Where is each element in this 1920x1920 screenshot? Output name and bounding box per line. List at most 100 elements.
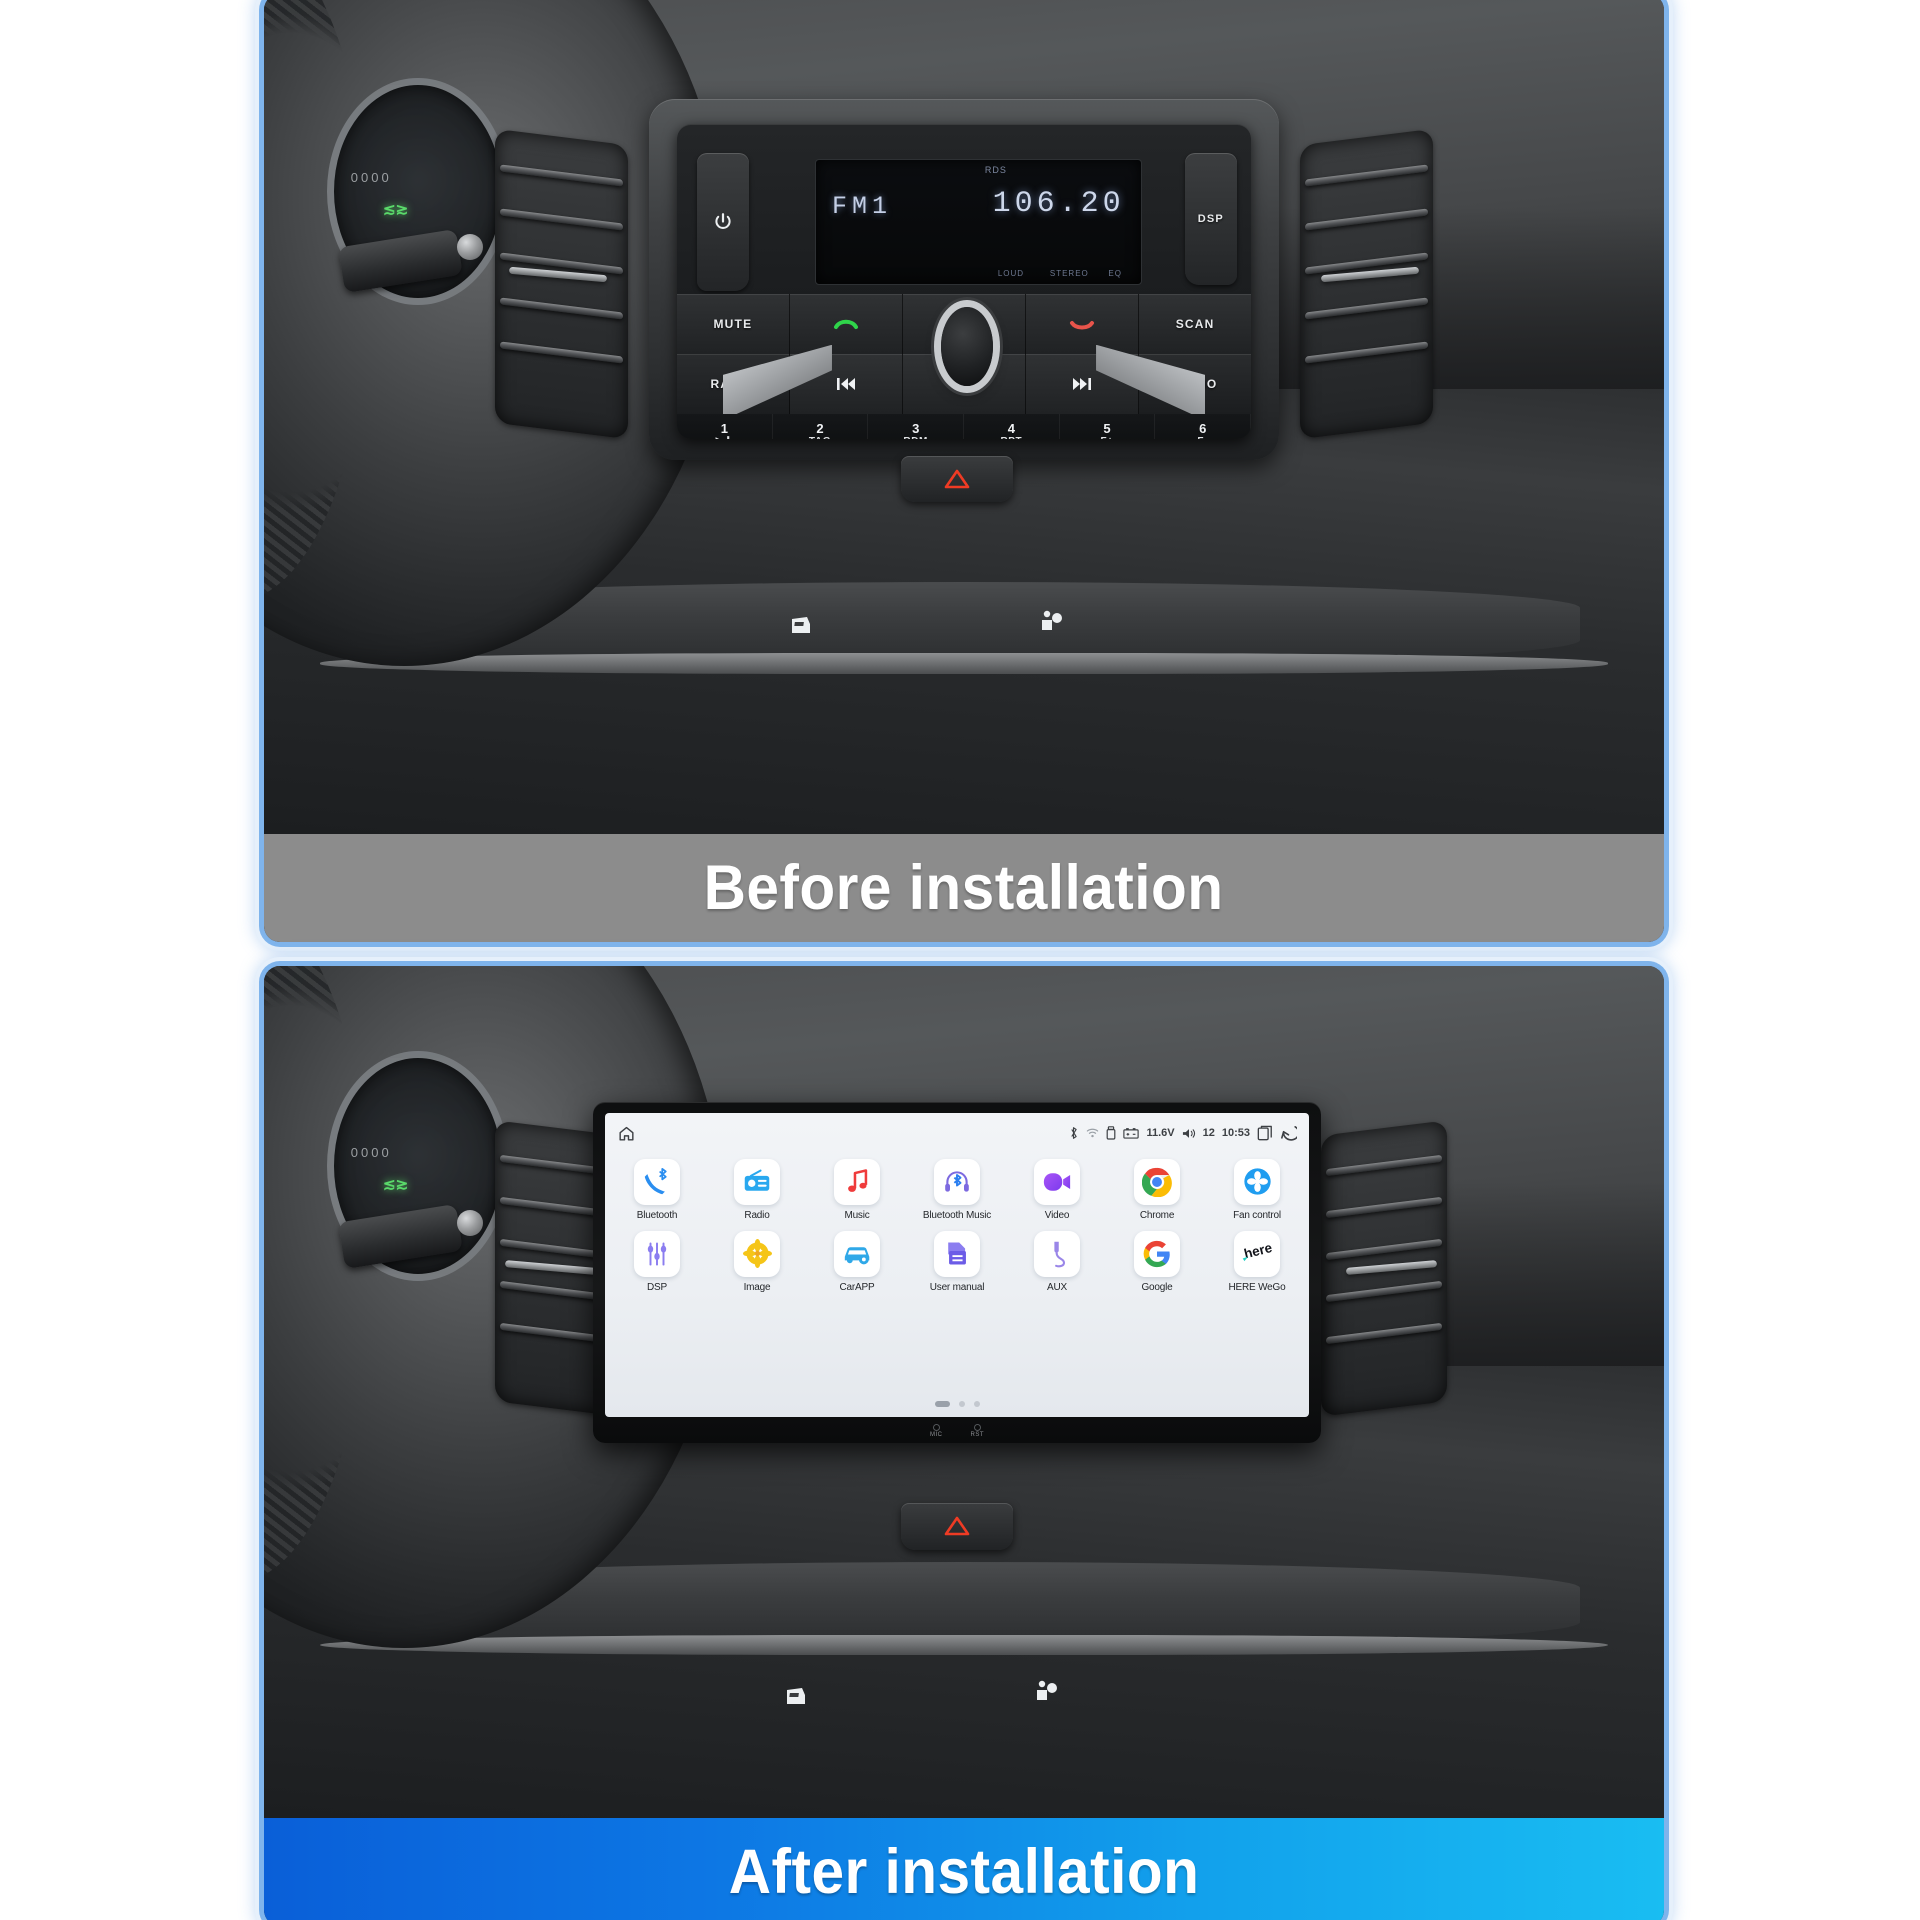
home-icon[interactable]	[617, 1124, 636, 1143]
page-dot-3[interactable]	[973, 1401, 980, 1408]
hazard-triangle-icon-after	[944, 1516, 970, 1536]
lcd-eq-indicator: EQ	[1108, 268, 1122, 278]
preset-5-number: 5	[1103, 421, 1111, 437]
preset-2-number: 2	[816, 421, 824, 437]
bluetooth-music-tile	[934, 1158, 980, 1205]
app-row-2: DSP Image CarAPP User manual AUX Google …	[627, 1230, 1287, 1293]
air-vent-right	[1300, 128, 1433, 439]
app-fan-control[interactable]: Fan control	[1227, 1158, 1287, 1221]
app-user-manual[interactable]: User manual	[927, 1230, 987, 1293]
app-video[interactable]: Video	[1027, 1158, 1087, 1221]
steering-wheel-grip	[264, 0, 372, 602]
aux-tile	[1034, 1230, 1080, 1277]
preset-button-4[interactable]: 4 RPT	[964, 413, 1060, 440]
volume-level-value: 12	[1202, 1127, 1215, 1140]
next-track-icon	[1073, 378, 1092, 391]
car-settings-icon	[844, 1247, 869, 1265]
preset-button-5[interactable]: 5 F+	[1060, 413, 1156, 440]
scan-button[interactable]: SCAN	[1139, 294, 1251, 355]
passenger-airbag-off-switch-after[interactable]	[1029, 1677, 1063, 1707]
preset-button-3[interactable]: 3 RDM	[868, 413, 965, 440]
reset-pinhole[interactable]: RST	[971, 1424, 985, 1438]
app-bluetooth-label: Bluetooth	[636, 1209, 678, 1221]
mute-label: MUTE	[713, 317, 753, 332]
passenger-airbag-off-switch[interactable]	[1034, 607, 1068, 637]
reset-hole-icon	[973, 1424, 981, 1432]
app-image[interactable]: Image	[727, 1230, 787, 1293]
scan-label: SCAN	[1175, 317, 1215, 332]
preset-6-number: 6	[1199, 421, 1207, 437]
odometer-reading: 0000	[350, 170, 392, 186]
lcd-band: FM1	[832, 192, 893, 222]
app-here-wego[interactable]: here HERE WeGo	[1227, 1230, 1287, 1293]
app-radio[interactable]: Radio	[727, 1158, 787, 1221]
comparison-page: 0000 ≲≳ RDS FM1 106.20 LOUD STEREO EQ DS…	[0, 0, 1920, 1920]
back-arrow-icon[interactable]	[1280, 1125, 1297, 1141]
app-carapp[interactable]: CarAPP	[827, 1230, 887, 1293]
passenger-airbag-off-icon-after	[1037, 1681, 1057, 1701]
page-dot-1[interactable]	[934, 1401, 950, 1408]
here-wego-tile: here	[1234, 1230, 1280, 1277]
aux-cable-icon	[1054, 1241, 1066, 1268]
preset-2-sub: TAG	[809, 436, 831, 439]
app-dsp[interactable]: DSP	[627, 1230, 687, 1293]
fan-control-tile	[1234, 1158, 1280, 1205]
lcd-rds-tag: RDS	[984, 164, 1007, 175]
recent-apps-icon[interactable]	[1257, 1125, 1273, 1141]
preset-3-sub: RDM	[903, 436, 928, 439]
usb-icon	[1107, 1126, 1116, 1140]
head-unit-screen[interactable]: 11.6V 12 10:53 Bluetooth Radio Music Blu…	[605, 1113, 1309, 1418]
dashboard-scene-after: 0000 ≲≳ 11.6V 12 10:53 Bluetooth Radio M…	[264, 966, 1664, 1818]
user-manual-tile	[934, 1230, 980, 1277]
console-chrome-lip-after	[320, 1634, 1608, 1656]
video-camera-icon	[1043, 1173, 1071, 1191]
app-music-label: Music	[844, 1209, 870, 1221]
bluetooth-phone-icon	[644, 1167, 667, 1195]
caption-bar-before: Before installation	[264, 834, 1664, 942]
app-music[interactable]: Music	[827, 1158, 887, 1221]
app-chrome[interactable]: Chrome	[1127, 1158, 1187, 1221]
app-fan-control-label: Fan control	[1233, 1209, 1281, 1221]
photo-before: 0000 ≲≳ RDS FM1 106.20 LOUD STEREO EQ DS…	[264, 0, 1664, 834]
call-answer-icon	[833, 319, 858, 330]
radio-dsp-button[interactable]: DSP	[1185, 152, 1237, 285]
preset-6-sub: F-	[1197, 436, 1208, 439]
door-lock-icon-after	[787, 1687, 805, 1704]
wifi-icon	[1087, 1128, 1099, 1138]
app-aux[interactable]: AUX	[1027, 1230, 1087, 1293]
console-chrome-lip	[320, 653, 1608, 674]
odometer-reading-after: 0000	[350, 1144, 392, 1160]
call-answer-button[interactable]	[789, 294, 903, 355]
lcd-frequency: 106.20	[992, 187, 1125, 222]
door-lock-switch-after[interactable]	[779, 1682, 813, 1710]
page-indicator[interactable]	[605, 1401, 1309, 1408]
app-bluetooth[interactable]: Bluetooth	[627, 1158, 687, 1221]
door-lock-icon	[792, 617, 810, 634]
app-radio-label: Radio	[744, 1209, 770, 1221]
music-tile	[834, 1158, 880, 1205]
lcd-stereo-indicator: STEREO	[1049, 268, 1089, 278]
preset-button-2[interactable]: 2 TAG	[773, 413, 869, 440]
volume-knob[interactable]	[941, 306, 993, 386]
app-bluetooth-music[interactable]: Bluetooth Music	[923, 1158, 991, 1221]
radio-power-button[interactable]	[697, 152, 749, 292]
preset-button-1[interactable]: 1 ▶❙	[677, 413, 773, 440]
app-grid: Bluetooth Radio Music Bluetooth Music Vi…	[605, 1153, 1309, 1396]
volume-icon	[1182, 1128, 1195, 1138]
hazard-light-button[interactable]	[901, 456, 1013, 503]
gallery-flower-icon	[742, 1239, 772, 1269]
hazard-light-button-after[interactable]	[901, 1502, 1013, 1550]
call-end-button[interactable]	[1026, 294, 1140, 355]
app-google[interactable]: Google	[1127, 1230, 1187, 1293]
preset-5-sub: F+	[1100, 436, 1113, 439]
bluetooth-icon	[1071, 1127, 1078, 1139]
panel-after-installation: 0000 ≲≳ 11.6V 12 10:53 Bluetooth Radio M…	[264, 966, 1664, 1920]
door-lock-switch[interactable]	[784, 611, 818, 639]
page-dot-2[interactable]	[958, 1401, 965, 1408]
mute-button[interactable]: MUTE	[677, 294, 790, 355]
music-note-icon	[847, 1169, 867, 1193]
photo-after: 0000 ≲≳ 11.6V 12 10:53 Bluetooth Radio M…	[264, 966, 1664, 1818]
stalk-knob-after	[457, 1209, 484, 1236]
preset-1-number: 1	[720, 421, 728, 437]
preset-button-6[interactable]: 6 F-	[1155, 413, 1251, 440]
